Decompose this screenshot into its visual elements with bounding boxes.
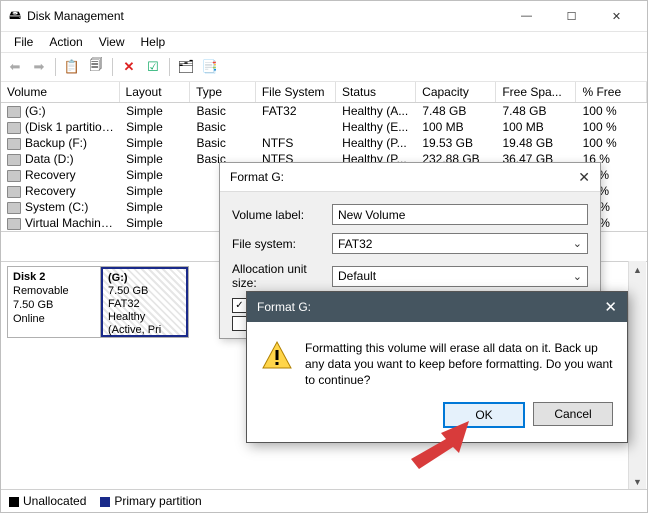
volume-icon [7, 218, 21, 230]
partition-line1: 7.50 GB FAT32 [108, 285, 148, 310]
separator [169, 58, 170, 76]
back-icon[interactable]: ⬅ [5, 57, 25, 77]
col-layout[interactable]: Layout [120, 82, 191, 102]
warning-icon [261, 340, 293, 372]
volume-icon [7, 186, 21, 198]
cancel-button[interactable]: Cancel [533, 402, 613, 426]
delete-icon[interactable]: ✕ [119, 57, 139, 77]
layout-icon[interactable]: 🗂 [176, 57, 196, 77]
table-row[interactable]: Backup (F:)SimpleBasicNTFSHealthy (P...1… [1, 135, 647, 151]
app-icon: 🖴 [9, 6, 21, 27]
volume-icon [7, 122, 21, 134]
col-filesystem[interactable]: File System [256, 82, 336, 102]
col-capacity[interactable]: Capacity [416, 82, 496, 102]
menu-file[interactable]: File [7, 33, 40, 51]
allocation-unit-select[interactable]: Default [332, 266, 588, 287]
table-row[interactable]: (Disk 1 partition 2)SimpleBasicHealthy (… [1, 119, 647, 135]
volume-icon [7, 202, 21, 214]
separator [55, 58, 56, 76]
close-icon[interactable]: ✕ [578, 169, 590, 186]
disk-kind: Removable [13, 285, 69, 297]
confirm-dialog: Format G: ✕ Formatting this volume will … [246, 291, 628, 443]
scroll-down-icon[interactable]: ▼ [629, 473, 646, 490]
forward-icon[interactable]: ➡ [29, 57, 49, 77]
menu-help[interactable]: Help [134, 33, 173, 51]
col-volume[interactable]: Volume [1, 82, 120, 102]
partition-block[interactable]: (G:) 7.50 GB FAT32 Healthy (Active, Pri [101, 267, 188, 337]
format-dialog-title: Format G: [230, 170, 284, 184]
col-status[interactable]: Status [336, 82, 416, 102]
minimize-button[interactable]: — [504, 1, 549, 31]
volume-icon [7, 138, 21, 150]
close-icon[interactable]: ✕ [604, 298, 617, 316]
close-button[interactable]: ✕ [594, 1, 639, 31]
window-title: Disk Management [27, 9, 504, 23]
titlebar[interactable]: 🖴 Disk Management — ☐ ✕ [1, 1, 647, 32]
label-allocation-unit: Allocation unit size: [232, 262, 332, 290]
toolbar: ⬅ ➡ 📋 🗐 ✕ ☑ 🗂 📑 [1, 52, 647, 82]
menubar: File Action View Help [1, 32, 647, 52]
menu-view[interactable]: View [92, 33, 132, 51]
table-row[interactable]: (G:)SimpleBasicFAT32Healthy (A...7.48 GB… [1, 103, 647, 119]
legend-primary-label: Primary partition [114, 494, 201, 508]
disk-row[interactable]: Disk 2 Removable 7.50 GB Online (G:) 7.5… [7, 266, 189, 338]
col-freespace[interactable]: Free Spa... [496, 82, 576, 102]
quick-format-checkbox[interactable]: ✓ [232, 298, 247, 313]
volume-icon [7, 154, 21, 166]
maximize-button[interactable]: ☐ [549, 1, 594, 31]
legend-unallocated-label: Unallocated [23, 494, 86, 508]
volume-icon [7, 170, 21, 182]
enable-checkbox[interactable] [232, 316, 247, 331]
col-type[interactable]: Type [190, 82, 256, 102]
legend-primary-swatch [100, 497, 110, 507]
help-icon[interactable]: ☑ [143, 57, 163, 77]
legend: Unallocated Primary partition [1, 489, 647, 512]
legend-unallocated-swatch [9, 497, 19, 507]
col-pctfree[interactable]: % Free [576, 82, 647, 102]
refresh-icon[interactable]: 📋 [62, 57, 82, 77]
format-dialog-titlebar[interactable]: Format G: ✕ [220, 163, 600, 192]
separator [112, 58, 113, 76]
disk-state: Online [13, 313, 45, 325]
confirm-dialog-titlebar[interactable]: Format G: ✕ [247, 292, 627, 322]
settings-icon[interactable]: 📑 [200, 57, 220, 77]
grid-header: Volume Layout Type File System Status Ca… [1, 82, 647, 103]
label-file-system: File system: [232, 237, 332, 251]
scroll-up-icon[interactable]: ▲ [629, 261, 646, 278]
partition-line2: Healthy (Active, Pri [108, 311, 161, 336]
volume-icon [7, 106, 21, 118]
confirm-dialog-title: Format G: [257, 300, 311, 314]
disk-management-window: 🖴 Disk Management — ☐ ✕ File Action View… [0, 0, 648, 513]
ok-button[interactable]: OK [443, 402, 525, 428]
disk-name: Disk 2 [13, 271, 45, 283]
confirm-message: Formatting this volume will erase all da… [305, 340, 613, 388]
disk-size: 7.50 GB [13, 299, 53, 311]
partition-label: (G:) [108, 272, 128, 284]
scrollbar-vertical[interactable]: ▲ ▼ [628, 261, 646, 490]
menu-action[interactable]: Action [42, 33, 89, 51]
disk-info: Disk 2 Removable 7.50 GB Online [8, 267, 101, 337]
properties-icon[interactable]: 🗐 [86, 57, 106, 77]
label-volume-label: Volume label: [232, 208, 332, 222]
file-system-select[interactable]: FAT32 [332, 233, 588, 254]
volume-label-input[interactable] [332, 204, 588, 225]
